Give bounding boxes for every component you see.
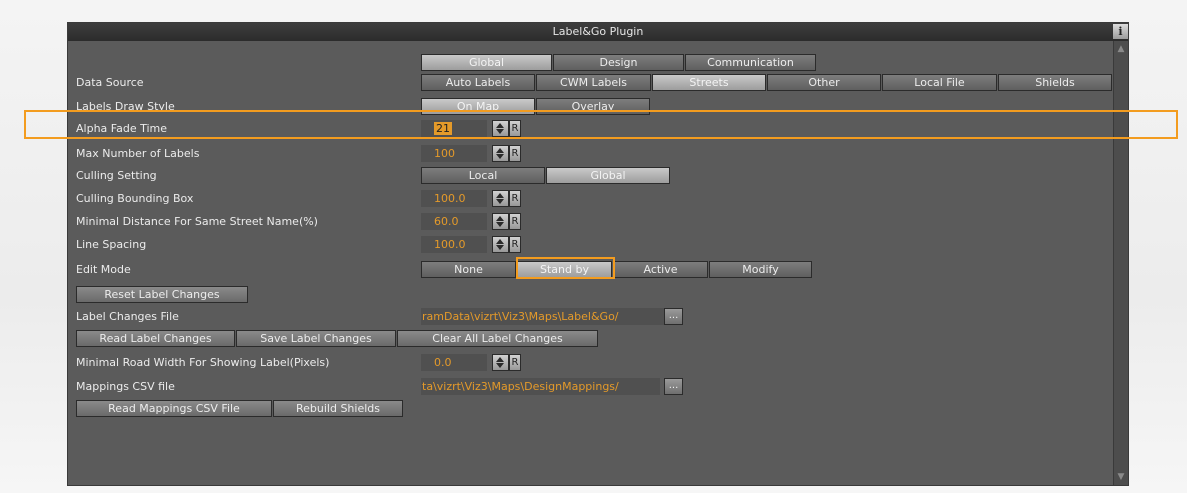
label-go-plugin-panel: Label&Go Plugin i ▲ ▼ Global Design Comm… xyxy=(67,22,1129,486)
minimal-distance-reset[interactable]: R xyxy=(509,213,521,230)
culling-bounding-box-label: Culling Bounding Box xyxy=(76,192,194,205)
window-titlebar: Label&Go Plugin i xyxy=(68,23,1128,41)
alpha-fade-time-field[interactable]: 21 xyxy=(421,120,487,137)
culling-global[interactable]: Global xyxy=(546,167,670,184)
max-number-of-labels-spinner[interactable] xyxy=(492,145,509,162)
tab-design[interactable]: Design xyxy=(553,54,684,71)
culling-bounding-box-field[interactable]: 100.0 xyxy=(421,190,487,207)
edit-mode-none[interactable]: None xyxy=(421,261,516,278)
scroll-up-icon[interactable]: ▲ xyxy=(1114,43,1128,55)
max-number-of-labels-field[interactable]: 100 xyxy=(421,145,487,162)
draw-style-on-map[interactable]: On Map xyxy=(421,98,535,115)
line-spacing-field[interactable]: 100.0 xyxy=(421,236,487,253)
label-changes-file-browse-button[interactable]: ... xyxy=(664,308,683,325)
reset-label-changes-button[interactable]: Reset Label Changes xyxy=(76,286,248,303)
data-source-shields[interactable]: Shields xyxy=(998,74,1112,91)
mappings-csv-file-browse-button[interactable]: ... xyxy=(664,378,683,395)
culling-local[interactable]: Local xyxy=(421,167,545,184)
labels-draw-style-label: Labels Draw Style xyxy=(76,100,175,113)
tab-communication[interactable]: Communication xyxy=(685,54,816,71)
mappings-csv-file-path[interactable]: ta\vizrt\Viz3\Maps\DesignMappings/ xyxy=(421,378,660,395)
culling-bounding-box-spinner[interactable] xyxy=(492,190,509,207)
max-number-of-labels-label: Max Number of Labels xyxy=(76,147,200,160)
minimal-road-width-spinner[interactable] xyxy=(492,354,509,371)
alpha-fade-time-reset[interactable]: R xyxy=(509,120,521,137)
alpha-fade-time-spinner[interactable] xyxy=(492,120,509,137)
minimal-distance-label: Minimal Distance For Same Street Name(%) xyxy=(76,215,318,228)
data-source-auto-labels[interactable]: Auto Labels xyxy=(421,74,535,91)
minimal-distance-field[interactable]: 60.0 xyxy=(421,213,487,230)
data-source-local-file[interactable]: Local File xyxy=(882,74,997,91)
read-label-changes-button[interactable]: Read Label Changes xyxy=(76,330,235,347)
line-spacing-label: Line Spacing xyxy=(76,238,147,251)
label-changes-file-label: Label Changes File xyxy=(76,310,179,323)
data-source-streets[interactable]: Streets xyxy=(652,74,766,91)
data-source-other[interactable]: Other xyxy=(767,74,881,91)
minimal-road-width-label: Minimal Road Width For Showing Label(Pix… xyxy=(76,356,330,369)
vertical-scrollbar[interactable]: ▲ ▼ xyxy=(1113,41,1128,485)
scroll-down-icon[interactable]: ▼ xyxy=(1114,471,1128,483)
data-source-label: Data Source xyxy=(76,76,144,89)
minimal-road-width-field[interactable]: 0.0 xyxy=(421,354,487,371)
draw-style-overlay[interactable]: Overlay xyxy=(536,98,650,115)
edit-mode-active[interactable]: Active xyxy=(613,261,708,278)
line-spacing-reset[interactable]: R xyxy=(509,236,521,253)
save-label-changes-button[interactable]: Save Label Changes xyxy=(236,330,396,347)
edit-mode-stand-by[interactable]: Stand by xyxy=(517,261,612,278)
read-mappings-csv-file-button[interactable]: Read Mappings CSV File xyxy=(76,400,272,417)
culling-setting-label: Culling Setting xyxy=(76,169,157,182)
alpha-fade-time-label: Alpha Fade Time xyxy=(76,122,167,135)
culling-bounding-box-reset[interactable]: R xyxy=(509,190,521,207)
rebuild-shields-button[interactable]: Rebuild Shields xyxy=(273,400,403,417)
tab-global[interactable]: Global xyxy=(421,54,552,71)
data-source-cwm-labels[interactable]: CWM Labels xyxy=(536,74,651,91)
line-spacing-spinner[interactable] xyxy=(492,236,509,253)
info-icon[interactable]: i xyxy=(1113,24,1128,39)
label-changes-file-path[interactable]: ramData\vizrt\Viz3\Maps\Label&Go/ xyxy=(421,308,681,325)
window-title: Label&Go Plugin xyxy=(552,25,644,38)
edit-mode-modify[interactable]: Modify xyxy=(709,261,812,278)
edit-mode-label: Edit Mode xyxy=(76,263,131,276)
max-number-of-labels-reset[interactable]: R xyxy=(509,145,521,162)
mappings-csv-file-label: Mappings CSV file xyxy=(76,380,175,393)
minimal-road-width-reset[interactable]: R xyxy=(509,354,521,371)
minimal-distance-spinner[interactable] xyxy=(492,213,509,230)
alpha-fade-time-value: 21 xyxy=(434,122,452,135)
clear-all-label-changes-button[interactable]: Clear All Label Changes xyxy=(397,330,598,347)
